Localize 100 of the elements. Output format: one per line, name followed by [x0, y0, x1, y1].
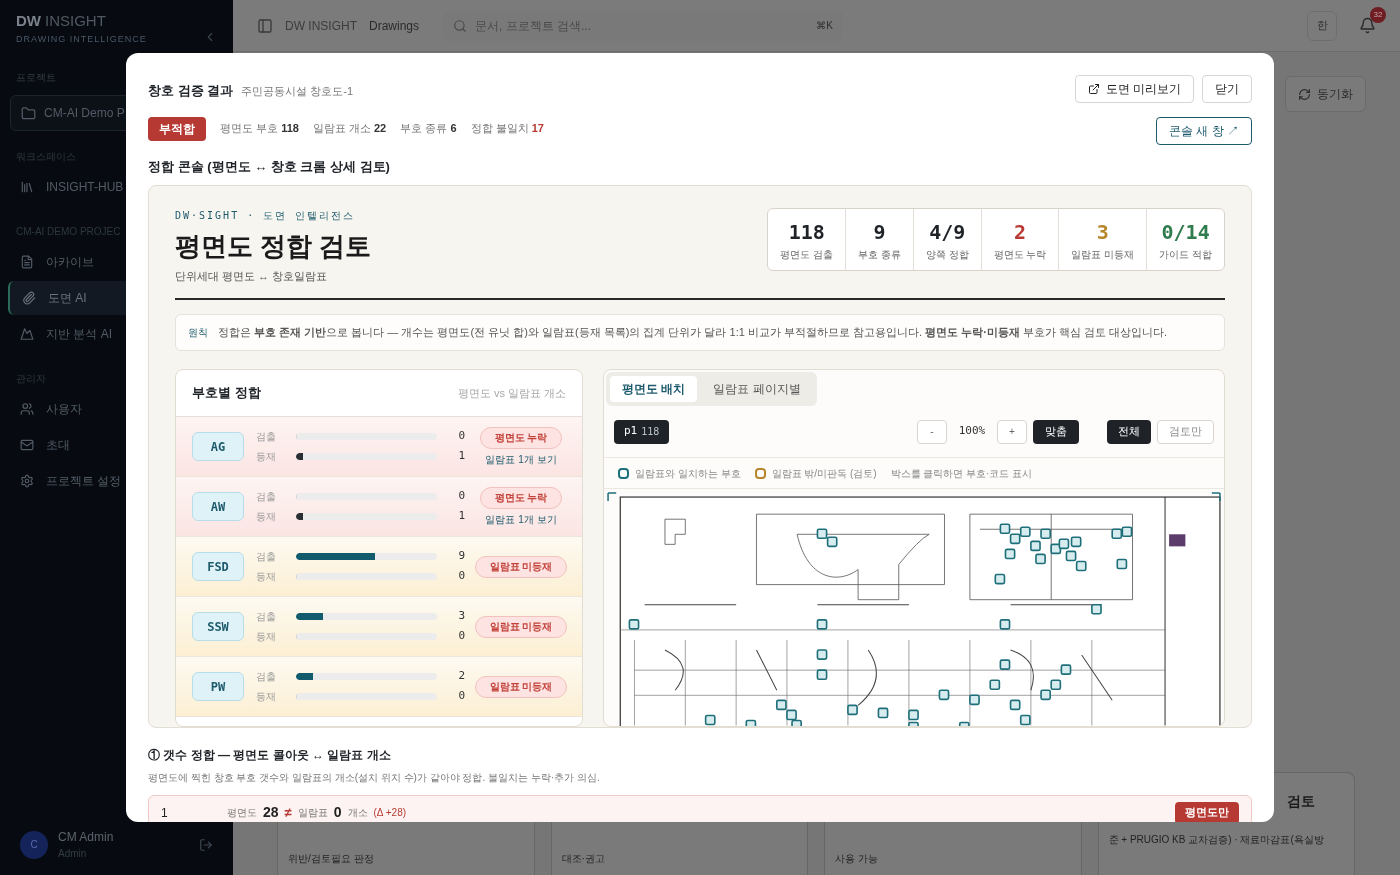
close-button[interactable]: 닫기	[1202, 75, 1252, 103]
bar-value: 2	[457, 668, 465, 685]
bar-value: 0	[457, 488, 465, 505]
zoom-out-button[interactable]: -	[917, 419, 947, 444]
status-badge: 평면도 누락	[479, 486, 563, 509]
panel-title: 부호별 정합	[192, 384, 261, 403]
count-section-description: 평면도에 찍힌 창호 부호 갯수와 일람표의 개소(설치 위치 수)가 같아야 정합. 불일치는 누락·추가 의심.	[148, 770, 601, 785]
filter-button[interactable]: 전체	[1107, 419, 1151, 444]
kpi-label: 일람표 미등재	[1071, 247, 1135, 262]
legend-label: 일람표와 일치하는 부호	[635, 466, 741, 481]
row-index: 1	[161, 804, 169, 822]
bar-value: 1	[457, 448, 465, 465]
console-subtitle: 단위세대 평면도 ↔ 창호일람표	[175, 268, 329, 284]
bar-value: 1	[457, 508, 465, 525]
card-text: 대조·권고	[561, 852, 606, 866]
card-text: 사용 가능	[835, 852, 879, 866]
schedule-link[interactable]: 일람표 1개 보기	[485, 511, 557, 527]
folder-icon	[21, 105, 36, 121]
status-badge: 평면도 누락	[479, 426, 563, 449]
sync-button[interactable]: 동기화	[1285, 76, 1366, 112]
notification-badge: 32	[1370, 7, 1386, 23]
view-tab[interactable]: 평면도 배치	[610, 376, 698, 402]
plan-count: 28	[263, 803, 279, 822]
dialog-subtitle: 주민공동시설 창호도-1	[241, 84, 354, 99]
zoom-level: 100%	[957, 423, 987, 440]
bar-label: 검출	[256, 430, 277, 444]
card-text: 위반/검토필요 판정	[288, 852, 375, 866]
view-tab[interactable]: 일람표 페이지별	[701, 376, 813, 402]
card-title: 검토	[1286, 792, 1316, 811]
unit-label: 개소	[347, 806, 368, 820]
kpi-label: 양쪽 정합	[925, 247, 969, 262]
language-button[interactable]: 한	[1307, 10, 1337, 41]
bar-label: 등재	[256, 570, 277, 584]
card-text: 준 + PRUGIO KB 교차검증) · 재료마감표(욕실방	[1108, 833, 1325, 847]
schedule-link[interactable]: 일람표 1개 보기	[485, 451, 557, 467]
bar-value: 0	[457, 628, 465, 645]
kpi-value: 118	[788, 218, 825, 246]
page-chip[interactable]: p1	[624, 423, 638, 440]
stat-text: 일람표 개소 22	[312, 121, 387, 137]
fit-button[interactable]: 맞춤	[1033, 419, 1079, 444]
count-section-title: ① 갯수 정합 — 평면도 콜아웃 ↔ 일람표 개소	[148, 746, 392, 764]
external-link-icon	[1087, 83, 1100, 95]
nav-icon	[20, 255, 34, 269]
code-chip[interactable]: FSD	[192, 552, 244, 581]
kpi-label: 평면도 검출	[780, 247, 834, 262]
plan-label: 평면도	[227, 806, 257, 820]
refresh-icon	[1298, 87, 1311, 101]
nav-icon	[20, 474, 34, 488]
schedule-count: 0	[333, 803, 342, 822]
breadcrumb-current: Drawings	[369, 17, 419, 35]
nav-icon	[20, 402, 34, 416]
bar-label: 등재	[256, 450, 277, 464]
note-text: 정합은 부호 존재 기반으로 봅니다 — 개수는 평면도(전 유닛 합)와 일람표(등재 목록)의 집계 단위가 달라 1:1 비교가 부적절하므로 참고용입니다. 평면도 누락·미등재 부호가 핵심 검토 대상입니다.	[218, 325, 1168, 341]
viewer-hint: 박스를 클릭하면 부호·코드 표시	[890, 466, 1033, 481]
shortcut-hint: ⌘K	[816, 19, 833, 33]
bar-label: 검출	[256, 490, 277, 504]
brand-tagline: DRAWING INTELLIGENCE	[16, 32, 147, 46]
bar-value: 0	[457, 688, 465, 705]
bar-value: 0	[457, 568, 465, 585]
bar-label: 등재	[256, 690, 277, 704]
code-chip[interactable]: AG	[192, 432, 244, 461]
sidebar-toggle-icon[interactable]	[257, 17, 273, 34]
kpi-value: 2	[1014, 218, 1027, 246]
status-badge: 일람표 미등재	[474, 555, 568, 578]
status-badge: 일람표 미등재	[474, 615, 568, 638]
note-tag: 원칙	[188, 325, 208, 340]
notification-icon[interactable]	[1359, 17, 1376, 34]
delta-text: (Δ +28)	[373, 806, 407, 820]
zoom-in-button[interactable]: +	[997, 419, 1027, 444]
bar-value: 3	[457, 608, 465, 625]
console-window-button[interactable]: 콘솔 새 창 ↗	[1156, 117, 1252, 145]
code-chip[interactable]: AW	[192, 492, 244, 521]
nav-icon	[20, 327, 34, 341]
bar-value: 0	[457, 428, 465, 445]
brand-name: INSIGHT	[45, 11, 106, 31]
status-badge: 일람표 미등재	[474, 675, 568, 698]
code-chip[interactable]: SSW	[192, 612, 244, 641]
user-avatar: C	[20, 830, 48, 859]
not-equal-sign: ≠	[284, 803, 292, 822]
kpi-value: 9	[873, 218, 886, 246]
preview-button[interactable]: 도면 미리보기	[1074, 75, 1194, 103]
legend-label: 일람표 밖/미판독 (검토)	[771, 466, 877, 481]
code-chip[interactable]: PW	[192, 672, 244, 701]
filter-button[interactable]: 검토만	[1157, 419, 1214, 444]
console-title: 평면도 정합 검토	[175, 229, 372, 263]
bar-value: 9	[457, 548, 465, 565]
mismatch-badge: 평면도만	[1175, 801, 1239, 822]
verdict-badge: 부적합	[148, 116, 206, 141]
nav-icon	[22, 291, 36, 305]
bar-label: 검출	[256, 610, 277, 624]
section-title: 정합 콘솔 (평면도 ↔ 창호 크롬 상세 검토)	[148, 158, 391, 176]
logout-icon[interactable]	[199, 837, 213, 852]
nav-icon	[20, 438, 34, 452]
kpi-label: 가이드 적합	[1159, 247, 1212, 262]
bar-label: 검출	[256, 670, 277, 684]
floor-plan-drawing[interactable]	[604, 489, 1224, 726]
kpi-label: 평면도 누락	[993, 247, 1047, 262]
bar-label: 등재	[256, 510, 277, 524]
console-eyebrow: DW·SIGHT · 도면 인텔리전스	[175, 208, 357, 223]
search-icon	[453, 18, 467, 33]
